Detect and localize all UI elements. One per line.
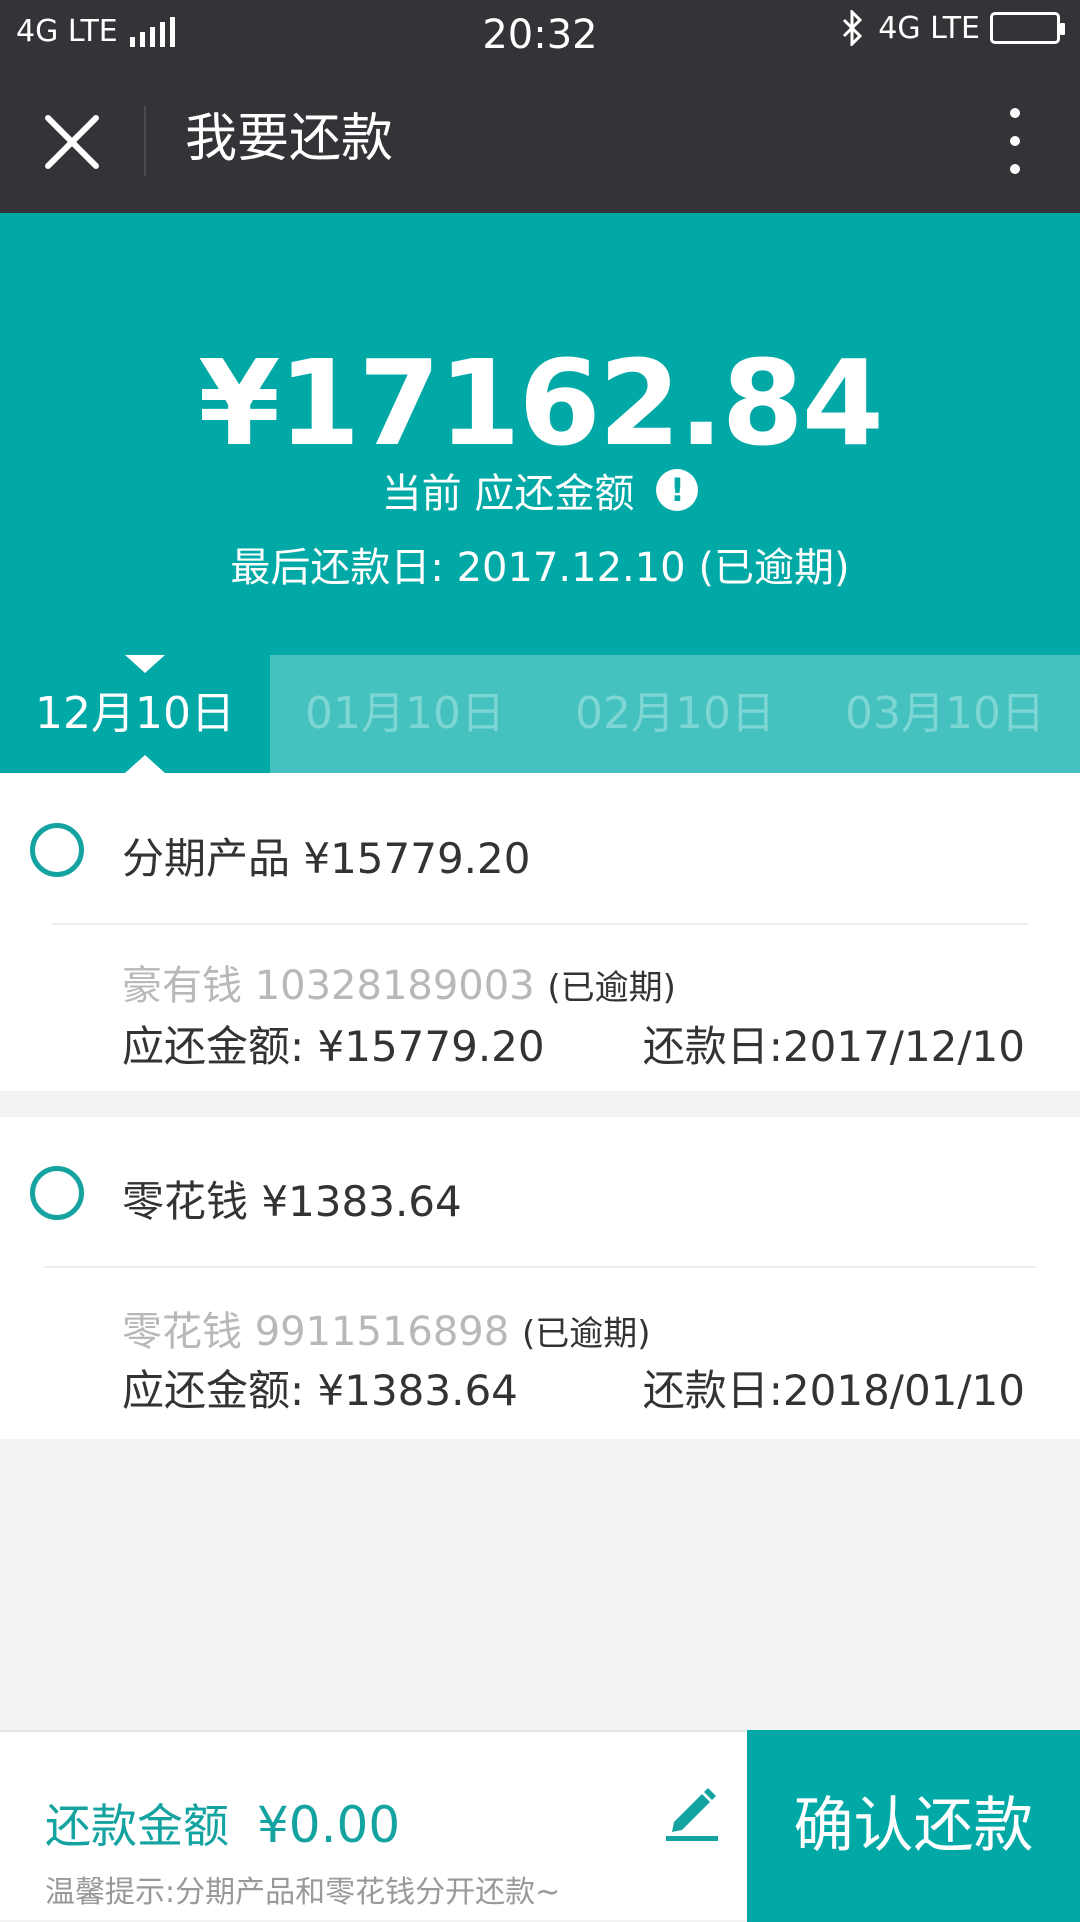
edit-icon[interactable]: [660, 1780, 724, 1844]
loan-account-row: 零花钱 9911516898 (已逾期): [122, 1299, 650, 1357]
month-tabs: 12月10日 01月10日 02月10日 03月10日: [0, 655, 1080, 773]
loan-amount-due: 应还金额: ¥1383.64: [122, 1366, 518, 1415]
total-amount: ¥17162.84: [198, 334, 884, 472]
card-divider: [52, 923, 1028, 925]
loan-card: 分期产品 ¥15779.20 豪有钱 10328189003 (已逾期) 应还金…: [0, 773, 1080, 1091]
amount-label: 当前 应还金额: [381, 471, 635, 517]
payment-footer: 还款金额 ¥0.00 温馨提示:分期产品和零花钱分开还款~ 确认还款: [0, 1730, 1080, 1922]
tab-0110[interactable]: 01月10日: [270, 655, 540, 773]
loan-account: 零花钱 9911516898: [122, 1309, 510, 1355]
summary-panel: ¥17162.84 当前 应还金额 ! 最后还款日: 2017.12.10 (已…: [0, 213, 1080, 655]
title-divider: [144, 106, 146, 176]
more-icon[interactable]: [990, 108, 1040, 174]
amount-label-row: 当前 应还金额 !: [0, 461, 1080, 519]
loan-select-radio[interactable]: [30, 823, 84, 877]
loan-select-radio[interactable]: [30, 1166, 84, 1220]
status-bar: 4G LTE 20:32 4G LTE: [0, 0, 1080, 68]
loan-account: 豪有钱 10328189003: [122, 963, 535, 1009]
page-title: 我要还款: [185, 109, 394, 169]
loan-card: 零花钱 ¥1383.64 零花钱 9911516898 (已逾期) 应还金额: …: [0, 1117, 1080, 1439]
overdue-badge: (已逾期): [521, 1314, 651, 1354]
tab-0210[interactable]: 02月10日: [540, 655, 810, 773]
tab-0310[interactable]: 03月10日: [810, 655, 1080, 773]
loan-amount-due: 应还金额: ¥15779.20: [122, 1022, 545, 1071]
loan-title: 分期产品 ¥15779.20: [122, 834, 531, 883]
loan-due-date: 还款日:2017/12/10: [642, 1022, 1025, 1071]
confirm-payment-button[interactable]: 确认还款: [747, 1730, 1080, 1922]
bluetooth-icon: [843, 10, 863, 46]
battery-icon: [990, 12, 1065, 44]
payment-label: 还款金额: [45, 1799, 229, 1853]
payment-amount: ¥0.00: [257, 1796, 401, 1854]
loan-detail-row: 应还金额: ¥1383.64 还款日:2018/01/10: [122, 1357, 1025, 1418]
payment-tip: 温馨提示:分期产品和零花钱分开还款~: [45, 1875, 561, 1910]
loan-title: 零花钱 ¥1383.64: [122, 1177, 462, 1226]
last-due-date: 最后还款日: 2017.12.10 (已逾期): [230, 545, 850, 591]
loan-account-row: 豪有钱 10328189003 (已逾期): [122, 953, 676, 1011]
info-icon[interactable]: !: [656, 469, 699, 511]
network-label-right: 4G LTE: [878, 10, 980, 46]
overdue-badge: (已逾期): [547, 968, 676, 1008]
loan-due-date: 还款日:2018/01/10: [642, 1366, 1025, 1415]
title-bar: 我要还款: [0, 68, 1080, 213]
status-right: 4G LTE: [840, 10, 1065, 46]
tab-1210[interactable]: 12月10日: [0, 655, 270, 773]
card-divider: [44, 1266, 1036, 1268]
loan-detail-row: 应还金额: ¥15779.20 还款日:2017/12/10: [122, 1013, 1025, 1074]
close-icon[interactable]: [40, 110, 104, 174]
payment-amount-row: 还款金额 ¥0.00: [45, 1790, 400, 1856]
